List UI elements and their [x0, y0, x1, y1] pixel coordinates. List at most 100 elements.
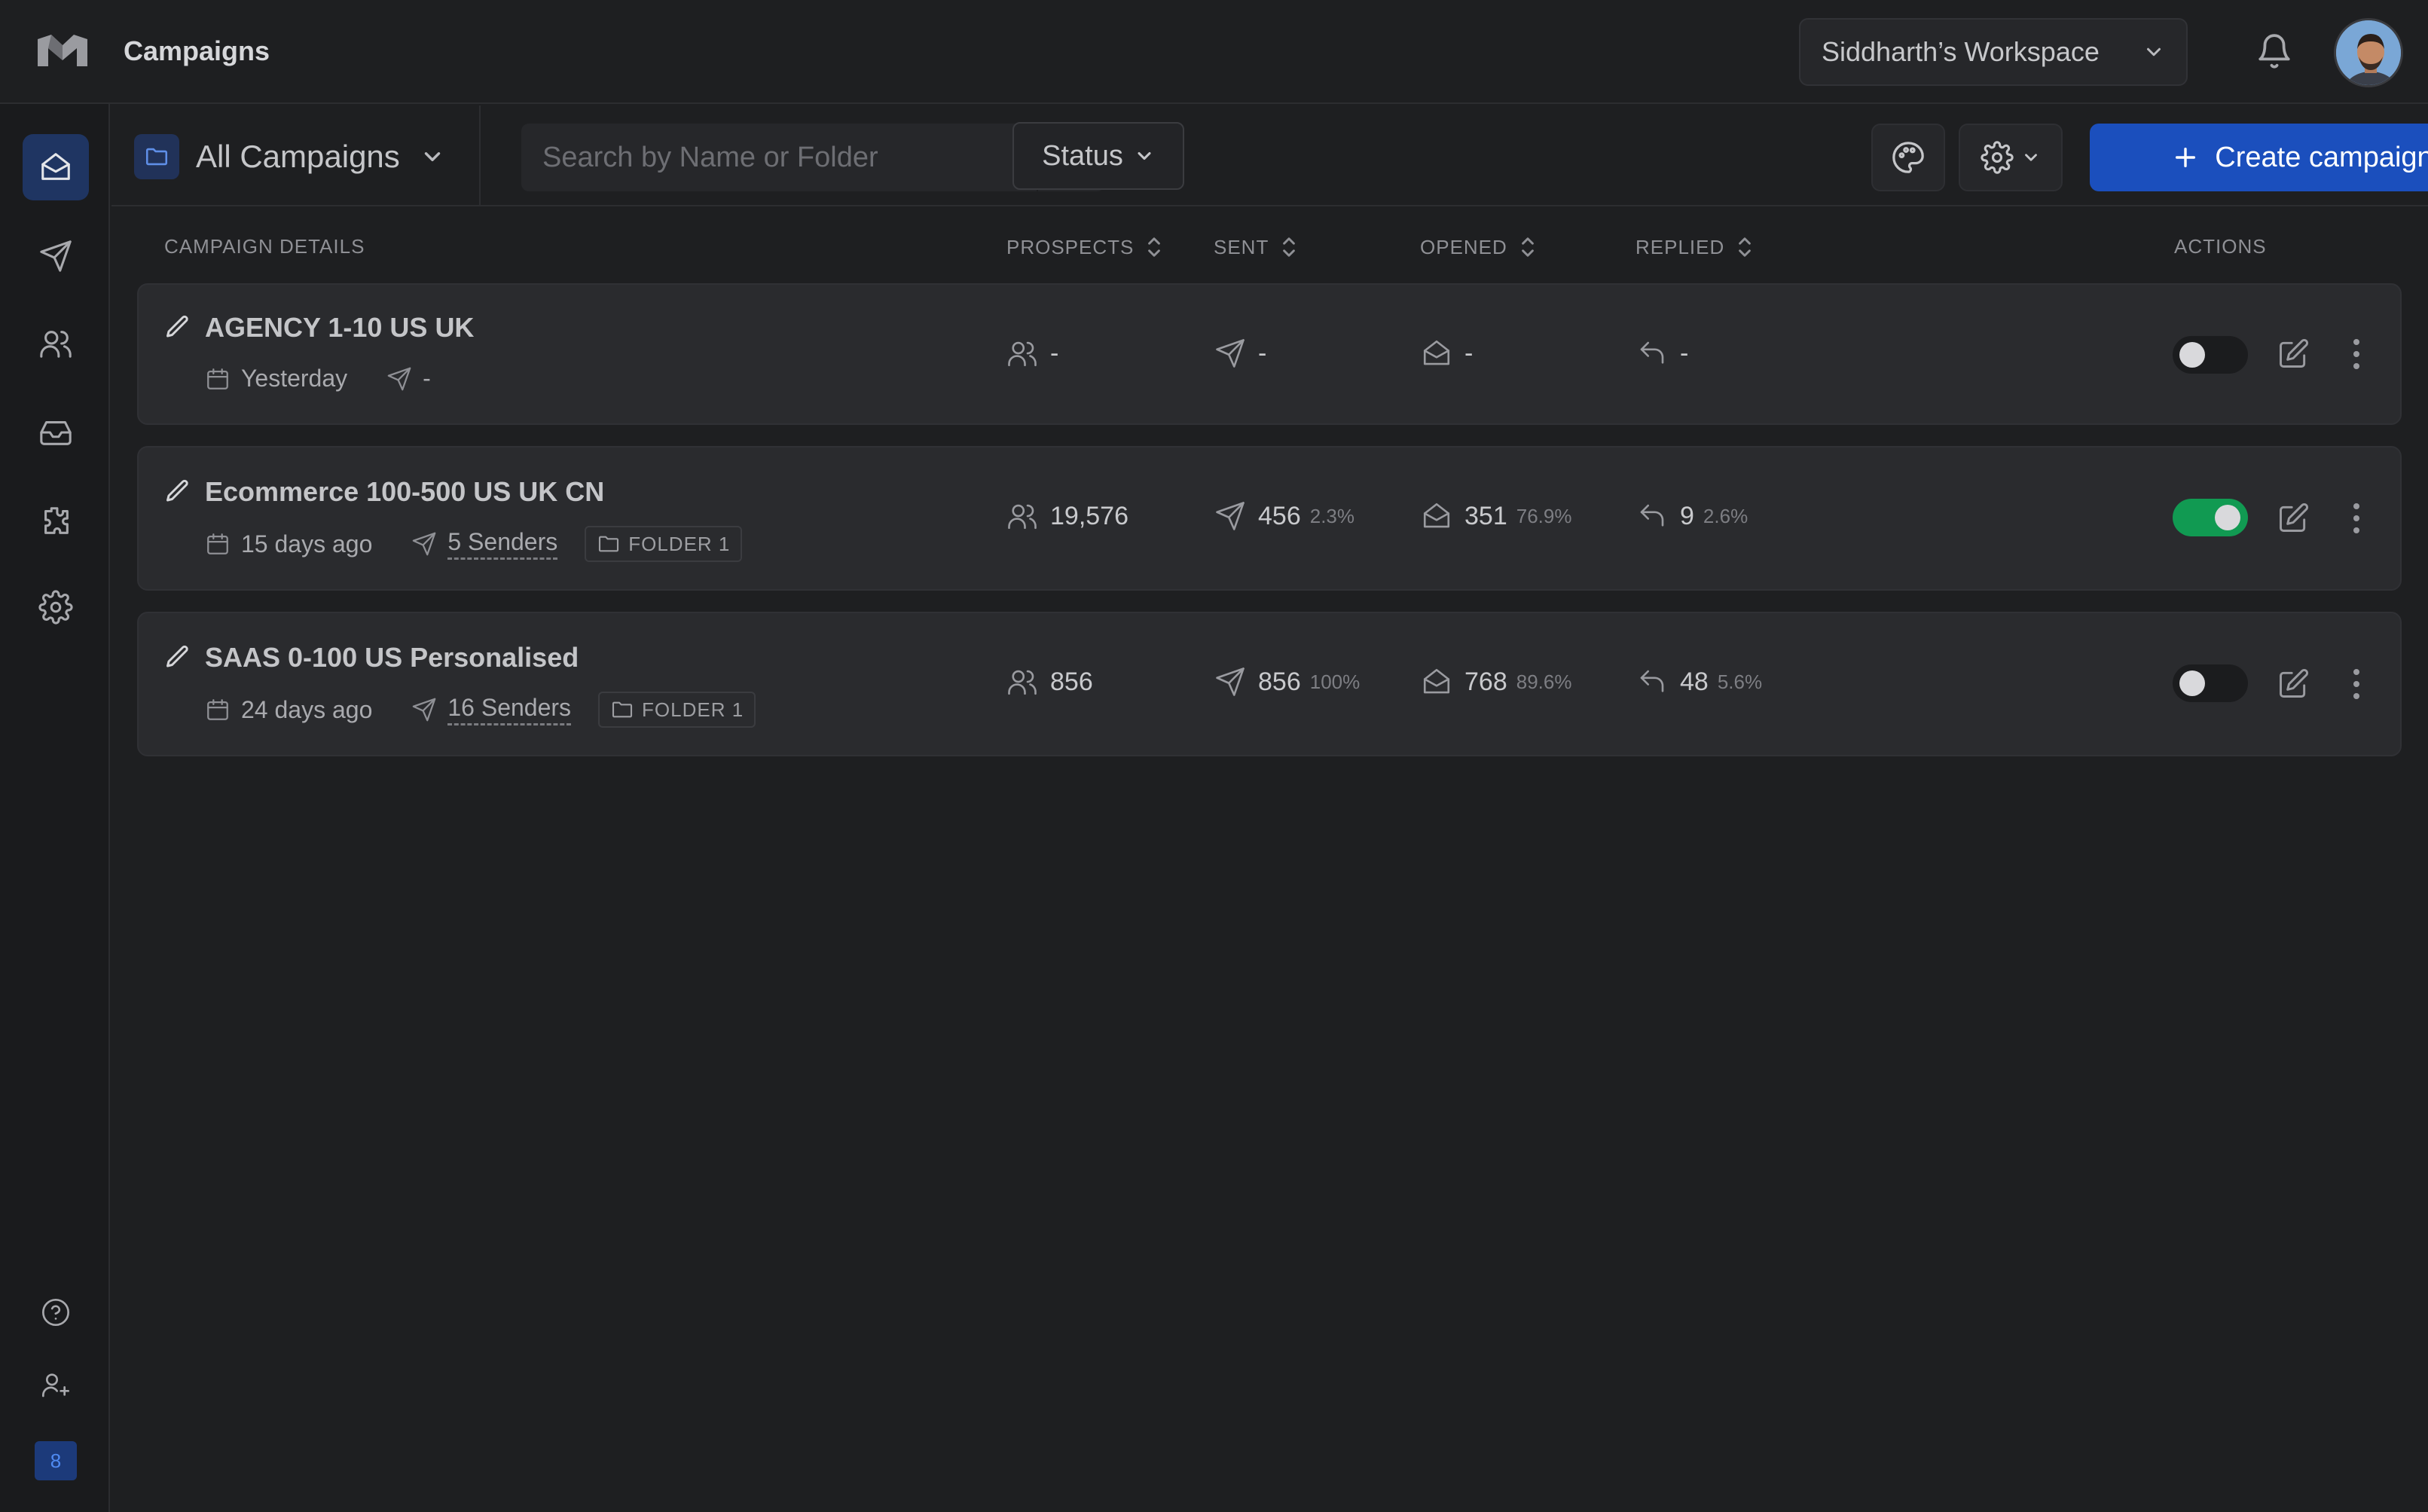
opened-percent: 89.6% [1516, 670, 1572, 693]
opened-stat: 351 76.9% [1421, 500, 1571, 532]
opened-stat: - [1421, 338, 1473, 369]
senders-link[interactable]: 16 Senders [447, 694, 572, 725]
sidebar-item-integrations[interactable] [23, 488, 89, 554]
replied-value: - [1680, 338, 1689, 368]
prospects-stat: 856 [1006, 666, 1093, 698]
prospects-value: - [1050, 338, 1059, 368]
create-campaign-label: Create campaign [2215, 141, 2428, 173]
create-campaign-button[interactable]: Create campaign [2090, 124, 2428, 191]
chevron-down-icon [2147, 47, 2161, 57]
status-filter-button[interactable]: Status [1012, 122, 1184, 190]
prospects-stat: - [1006, 338, 1058, 369]
folder-select[interactable]: All Campaigns [134, 134, 445, 179]
plus-icon [2176, 147, 2196, 168]
column-header-actions: ACTIONS [2174, 235, 2267, 258]
campaign-date: 24 days ago [241, 695, 373, 723]
column-header-label: SENT [1214, 235, 1269, 258]
column-header-replied[interactable]: REPLIED [1635, 235, 1755, 259]
gear-icon [38, 590, 73, 625]
sidebar-item-send[interactable] [23, 223, 89, 289]
workspace-switcher[interactable]: Siddharth’s Workspace [1799, 18, 2188, 86]
more-vertical-icon[interactable] [2343, 666, 2370, 702]
table-row[interactable]: Ecommerce 100-500 US UK CN 15 days ago 5… [137, 446, 2402, 591]
sidebar-item-prospects[interactable] [23, 310, 89, 377]
reply-icon [1640, 670, 1664, 692]
campaign-title[interactable]: Ecommerce 100-500 US UK CN [205, 476, 604, 508]
paper-plane-icon [40, 240, 72, 272]
column-header-opened[interactable]: OPENED [1420, 235, 1538, 259]
sidebar-item-help[interactable] [23, 1279, 89, 1346]
more-vertical-icon[interactable] [2343, 336, 2370, 372]
campaign-toggle[interactable] [2173, 499, 2248, 536]
column-header-label: ACTIONS [2174, 235, 2267, 258]
campaign-meta: 15 days ago 5 Senders FOLDER 1 [205, 526, 743, 562]
user-plus-icon [42, 1373, 69, 1397]
folder-tag[interactable]: FOLDER 1 [585, 526, 743, 562]
mail-open-icon [1423, 340, 1450, 365]
column-header-label: REPLIED [1635, 235, 1725, 258]
mail-open-icon [1423, 668, 1450, 694]
users-icon [1008, 504, 1037, 530]
column-header-details: CAMPAIGN DETAILS [164, 235, 365, 258]
replied-stat: 48 5.6% [1636, 666, 1762, 698]
sidebar-item-campaigns[interactable] [23, 134, 89, 200]
notification-badge[interactable]: 8 [35, 1441, 77, 1480]
avatar-image [2336, 20, 2401, 85]
toggle-knob [2179, 670, 2205, 696]
gear-icon [1981, 141, 2014, 174]
toggle-knob [2179, 342, 2205, 368]
sent-stat: - [1214, 338, 1266, 369]
chevron-down-icon [424, 152, 440, 161]
sort-icon [1148, 237, 1161, 257]
palette-icon [1892, 142, 1924, 173]
table-row[interactable]: AGENCY 1-10 US UK Yesterday - - - - - [137, 283, 2402, 425]
search-input[interactable] [521, 124, 1037, 191]
replied-stat: - [1636, 338, 1688, 369]
pencil-icon[interactable] [164, 643, 191, 670]
campaign-title[interactable]: SAAS 0-100 US Personalised [205, 642, 579, 674]
table-row[interactable]: SAAS 0-100 US Personalised 24 days ago 1… [137, 612, 2402, 756]
reply-icon [1640, 504, 1664, 527]
campaign-title[interactable]: AGENCY 1-10 US UK [205, 312, 474, 344]
inbox-icon [40, 421, 72, 445]
folder-tag[interactable]: FOLDER 1 [598, 692, 756, 728]
folder-icon [145, 148, 168, 166]
bell-icon[interactable] [2255, 30, 2293, 72]
edit-icon[interactable] [2277, 667, 2310, 701]
sidebar-item-settings[interactable] [23, 574, 89, 640]
opened-value: 351 [1464, 501, 1507, 530]
senders-link[interactable]: 5 Senders [447, 528, 558, 560]
campaign-date: Yesterday [241, 365, 348, 392]
campaign-toggle[interactable] [2173, 336, 2248, 374]
reply-icon [1640, 341, 1664, 364]
sent-value: 856 [1258, 667, 1301, 696]
sidebar [0, 104, 110, 1512]
divider [479, 105, 481, 205]
theme-button[interactable] [1871, 124, 1945, 191]
chevron-down-icon [1138, 151, 1151, 160]
sent-value: 456 [1258, 501, 1301, 530]
edit-icon[interactable] [2277, 338, 2310, 371]
senders-count: - [423, 365, 431, 392]
pencil-icon[interactable] [164, 313, 191, 341]
column-header-label: CAMPAIGN DETAILS [164, 235, 365, 258]
sidebar-item-invite[interactable] [23, 1352, 89, 1418]
opened-value: 768 [1464, 667, 1507, 696]
opened-value: - [1464, 338, 1474, 368]
more-vertical-icon[interactable] [2343, 500, 2370, 536]
replied-percent: 5.6% [1717, 670, 1763, 693]
edit-icon[interactable] [2277, 502, 2310, 535]
prospects-value: 856 [1050, 667, 1093, 696]
mail-open-icon [41, 153, 70, 180]
sent-percent: 2.3% [1309, 504, 1354, 527]
pencil-icon[interactable] [164, 478, 191, 505]
column-header-prospects[interactable]: PROSPECTS [1006, 235, 1164, 259]
campaign-toggle[interactable] [2173, 664, 2248, 702]
replied-stat: 9 2.6% [1636, 500, 1748, 532]
logo-icon[interactable] [36, 33, 89, 68]
column-header-sent[interactable]: SENT [1214, 235, 1299, 259]
view-settings-button[interactable] [1959, 124, 2063, 191]
folder-name: FOLDER 1 [628, 532, 731, 555]
sidebar-item-inbox[interactable] [23, 399, 89, 466]
avatar[interactable] [2334, 18, 2403, 87]
